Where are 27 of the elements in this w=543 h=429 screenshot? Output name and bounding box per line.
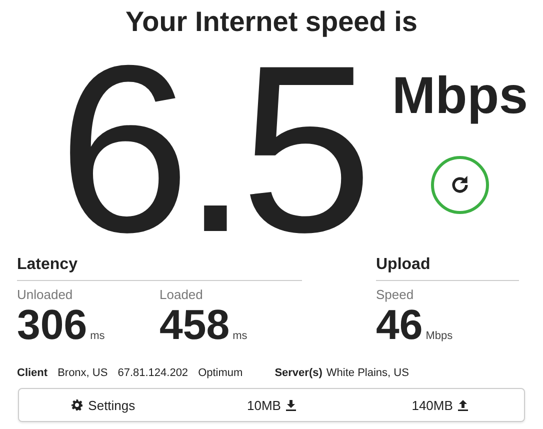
metric-label: Speed — [376, 287, 415, 302]
metric-label: Unloaded — [17, 287, 74, 302]
client-label: Client — [17, 367, 48, 379]
metric-label: Loaded — [160, 287, 204, 302]
metric-unit: ms — [90, 330, 105, 342]
metric-value: 458 — [160, 302, 230, 348]
size-button[interactable]: 140MB — [356, 389, 524, 421]
metric-value: 306 — [17, 302, 88, 348]
refresh-icon — [449, 174, 471, 196]
size-button[interactable]: 10MB — [187, 389, 356, 421]
speed-value: 6.5 — [58, 50, 365, 250]
settings-icon — [71, 399, 84, 411]
upload-icon — [458, 400, 468, 410]
metric-unit: ms — [232, 330, 248, 342]
metric-unit: Mbps — [426, 330, 453, 342]
headline: Your Internet speed is — [124, 5, 418, 39]
section-heading: Latency — [17, 252, 302, 281]
speed-unit: Mbps — [392, 66, 528, 126]
settings-button[interactable]: Settings — [19, 389, 188, 421]
client-location: Bronx, US — [58, 367, 108, 379]
metric-value: 46 — [376, 302, 423, 348]
server-label: Server(s) — [274, 367, 322, 379]
server-location: White Plains, US — [326, 367, 409, 379]
section-heading: Upload — [376, 252, 519, 281]
download-icon — [286, 400, 296, 410]
client-ip: 67.81.124.202 — [118, 367, 188, 379]
client-isp: Optimum — [198, 367, 243, 379]
